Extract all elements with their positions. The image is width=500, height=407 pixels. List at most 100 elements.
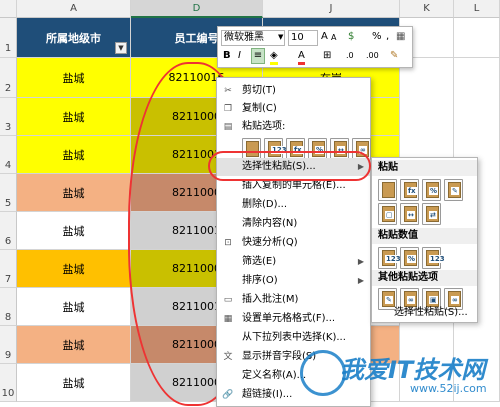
paste-option-formulas-number-icon[interactable]: % [308, 138, 327, 160]
paste-option-values-icon[interactable]: 123 [264, 138, 288, 160]
paste-keep-source-icon[interactable]: ✎ [444, 179, 463, 201]
paste-formulas-number-icon[interactable]: % [422, 179, 441, 201]
currency-format-icon[interactable]: $ [348, 30, 354, 46]
mini-toolbar: 微软雅黑 ▼ 10 A A $ % , ▦ B I ≡ ◈ A ⊞ .0 .00… [217, 26, 413, 68]
menu-copy[interactable]: ❐ 复制(C) [217, 100, 370, 118]
align-center-icon[interactable]: ≡ [251, 48, 265, 64]
copy-icon: ❐ [223, 104, 233, 114]
menu-insert-comment-label: 插入批注(M) [242, 294, 299, 305]
hyperlink-icon: 🔗 [222, 390, 234, 400]
row-header[interactable]: 3 [0, 98, 17, 136]
row-header[interactable]: 7 [0, 250, 17, 288]
borders-icon[interactable]: ⊞ [323, 49, 331, 65]
increase-decimal-icon[interactable]: .0 [346, 49, 354, 65]
font-name-select[interactable]: 微软雅黑 [221, 30, 285, 46]
font-color-icon[interactable]: A [298, 49, 305, 65]
paste-values-number-format-icon[interactable]: % [400, 247, 419, 269]
row-header[interactable]: 6 [0, 212, 17, 250]
italic-button[interactable]: I [238, 49, 241, 65]
menu-delete-label: 删除(D)... [242, 199, 288, 210]
menu-hyperlink-label: 超链接(I)... [242, 389, 293, 400]
column-header-k[interactable]: K [400, 0, 454, 18]
city-cell[interactable]: 盐城 [17, 136, 131, 174]
paste-values-icon[interactable]: 123 [378, 247, 402, 269]
menu-format-cells-label: 设置单元格格式(F)... [242, 313, 336, 324]
city-cell[interactable]: 盐城 [17, 212, 131, 250]
column-header-d[interactable]: D [131, 0, 263, 18]
row-header[interactable]: 2 [0, 58, 17, 98]
filter-dropdown-icon[interactable]: ▼ [115, 42, 127, 54]
paste-icon: ▤ [223, 122, 233, 132]
paste-values-source-format-icon[interactable]: 123 [422, 247, 446, 269]
paste-keep-width-icon[interactable]: ↔ [400, 203, 419, 225]
city-cell[interactable]: 盐城 [17, 288, 131, 326]
column-header-j[interactable]: J [263, 0, 400, 18]
menu-pick-list-label: 从下拉列表中选择(K)... [242, 332, 346, 343]
paste-transpose-icon[interactable]: ⇄ [422, 203, 441, 225]
column-header-l[interactable]: L [454, 0, 500, 18]
city-cell[interactable]: 盐城 [17, 326, 131, 364]
format-cells-icon: ▦ [223, 314, 233, 324]
menu-sort[interactable]: 排序(O) ▶ [217, 272, 370, 290]
fill-color-icon[interactable]: ◈ [270, 49, 278, 65]
paste-option-formulas-icon[interactable]: fx [286, 138, 305, 160]
paste-special-submenu: 粘贴 fx % ✎ ▢ ↔ ⇄ 粘贴数值 123 % 123 其他粘贴选项 ✎ … [371, 157, 478, 323]
paste-option-paste-icon[interactable] [242, 138, 261, 160]
format-painter-icon[interactable]: ✎ [390, 49, 398, 65]
menu-quick-analysis[interactable]: ⊡ 快速分析(Q) [217, 234, 370, 252]
city-cell[interactable]: 盐城 [17, 58, 131, 98]
menu-paste-special[interactable]: 选择性粘贴(S)... ▶ [217, 158, 370, 176]
submenu-paste-special-item[interactable]: 选择性粘贴(S)... [372, 304, 477, 322]
submenu-arrow-icon: ▶ [357, 257, 364, 266]
submenu-other-paste-heading: 其他粘贴选项 [372, 270, 477, 286]
header-cell-city[interactable]: 所属地级市 ▼ [17, 18, 131, 58]
menu-delete[interactable]: 删除(D)... [217, 196, 370, 214]
grow-font-icon[interactable]: A [321, 30, 328, 46]
comment-icon: ▭ [223, 295, 233, 305]
submenu-paste-heading: 粘贴 [372, 160, 477, 176]
paste-options-label: 粘贴选项: [242, 121, 286, 132]
header-city-label: 所属地级市 [46, 31, 101, 45]
menu-paste-options: ▤ 粘贴选项: [217, 118, 370, 136]
row-header[interactable]: 4 [0, 136, 17, 174]
paste-icon[interactable] [378, 179, 397, 201]
city-cell[interactable]: 盐城 [17, 364, 131, 402]
city-cell[interactable]: 盐城 [17, 174, 131, 212]
phonetic-icon: 文 [223, 352, 233, 362]
bold-button[interactable]: B [223, 49, 231, 65]
format-table-icon[interactable]: ▦ [396, 30, 405, 46]
font-name-dropdown-icon[interactable]: ▼ [278, 30, 283, 46]
shrink-font-icon[interactable]: A [331, 31, 336, 47]
menu-insert-copied[interactable]: 插入复制的单元格(E)... [217, 177, 370, 195]
menu-cut[interactable]: ✂ 剪切(T) [217, 82, 370, 100]
menu-paste-special-label: 选择性粘贴(S)... [242, 161, 316, 172]
row-header[interactable]: 5 [0, 174, 17, 212]
select-all-corner[interactable] [0, 0, 17, 18]
font-size-select[interactable]: 10 [288, 30, 318, 46]
quick-analysis-icon: ⊡ [224, 238, 232, 248]
city-cell[interactable]: 盐城 [17, 98, 131, 136]
menu-filter[interactable]: 筛选(E) ▶ [217, 253, 370, 271]
submenu-arrow-icon: ▶ [357, 162, 364, 171]
decrease-decimal-icon[interactable]: .00 [366, 49, 379, 65]
menu-copy-label: 复制(C) [242, 103, 277, 114]
menu-format-cells[interactable]: ▦ 设置单元格格式(F)... [217, 310, 370, 328]
city-cell[interactable]: 盐城 [17, 250, 131, 288]
row-header[interactable]: 1 [0, 18, 17, 58]
comma-button[interactable]: , [386, 30, 389, 46]
menu-insert-comment[interactable]: ▭ 插入批注(M) [217, 291, 370, 309]
menu-cut-label: 剪切(T) [242, 85, 276, 96]
paste-formulas-icon[interactable]: fx [400, 179, 419, 201]
menu-sort-label: 排序(O) [242, 275, 278, 286]
menu-pick-list[interactable]: 从下拉列表中选择(K)... [217, 329, 370, 347]
paste-option-transpose-icon[interactable]: ↔ [330, 138, 349, 160]
row-header[interactable]: 8 [0, 288, 17, 326]
paste-no-borders-icon[interactable]: ▢ [378, 203, 397, 225]
row-header[interactable]: 9 [0, 326, 17, 364]
column-header-a[interactable]: A [17, 0, 131, 18]
percent-button[interactable]: % [372, 30, 382, 46]
paste-option-link-icon[interactable]: ∞ [352, 138, 371, 160]
cell-l1[interactable] [454, 18, 500, 58]
row-header[interactable]: 10 [0, 364, 17, 402]
menu-clear[interactable]: 清除内容(N) [217, 215, 370, 233]
